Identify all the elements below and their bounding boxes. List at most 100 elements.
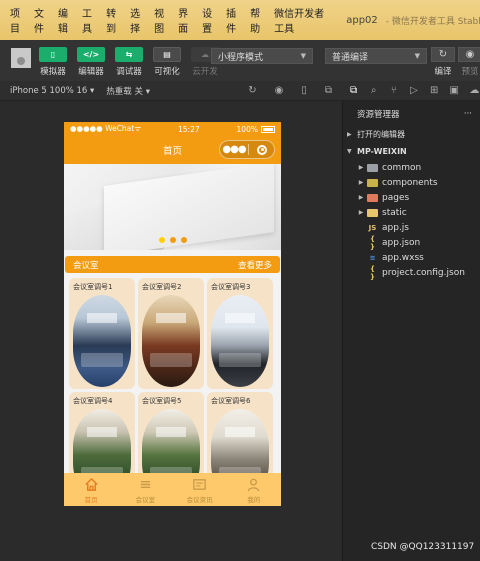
search-icon[interactable]: ⌕ <box>368 85 379 97</box>
folder-item[interactable]: ▶ components <box>343 175 480 190</box>
meeting-room-name: 会议室调号4 <box>73 397 113 405</box>
mode-select[interactable]: 小程序模式 ▼ <box>211 48 313 64</box>
meeting-room-photo <box>142 295 200 387</box>
project-root-section[interactable]: ▼ MP-WEIXIN <box>343 143 480 160</box>
menu-item-plugins[interactable]: 插件 <box>226 5 242 35</box>
file-item[interactable]: { } project.config.json <box>343 264 480 281</box>
simulator-bar: iPhone 5 100% 16 ▾ 热重载 关 ▾ ↻ ◉ ▯ ⧉ <box>0 81 342 101</box>
compile-button[interactable]: ↻ 编译 <box>431 47 455 77</box>
window-icon[interactable]: ⧉ <box>325 85 332 96</box>
menu-item-goto[interactable]: 转到 <box>106 5 122 35</box>
tab-meeting-room[interactable]: 会议室 <box>120 476 170 504</box>
folder-name: pages <box>382 192 410 203</box>
menu-item-project[interactable]: 项目 <box>10 5 26 35</box>
more-icon[interactable]: ··· <box>464 109 472 119</box>
chevron-right-icon: ▶ <box>358 194 364 201</box>
file-item[interactable]: ≋ app.wxss <box>343 250 480 265</box>
menu-item-view[interactable]: 视图 <box>154 5 170 35</box>
folder-item[interactable]: ▶ static <box>343 205 480 220</box>
menu-item-select[interactable]: 选择 <box>130 5 146 35</box>
capsule-divider <box>248 144 249 155</box>
activity-bar: ⧉ ⌕ ⑂ ▷ ⊞ ▣ ☁ <box>342 81 480 101</box>
more-icon[interactable]: ●●● <box>220 144 248 155</box>
file-icon: { } <box>370 264 375 281</box>
banner-swiper[interactable] <box>64 164 281 250</box>
window-title: - 微信开发者工具 Stable 1.0 <box>385 16 480 27</box>
tab-news[interactable]: 会议资讯 <box>175 476 225 504</box>
meeting-room-name: 会议室调号5 <box>142 397 182 405</box>
banner-image-paper <box>104 164 274 250</box>
phone-icon[interactable]: ▯ <box>301 85 307 96</box>
meeting-room-card[interactable]: 会议室调号3 <box>207 278 273 389</box>
menu-item-file[interactable]: 文件 <box>34 5 50 35</box>
explorer-panel: 资源管理器 ··· ▶ 打开的编辑器 ▼ MP-WEIXIN ▶ common ▶ c… <box>342 101 480 561</box>
debug-icon[interactable]: ▷ <box>408 85 419 97</box>
meeting-room-name: 会议室调号2 <box>142 283 182 291</box>
menu-item-settings[interactable]: 设置 <box>202 5 218 35</box>
explorer-header: 资源管理器 ··· <box>343 101 480 126</box>
folder-icon <box>367 178 378 187</box>
chevron-right-icon: ▶ <box>358 164 364 171</box>
nav-bar: 首页 ●●● <box>64 136 281 164</box>
open-editors-label: 打开的编辑器 <box>357 130 405 139</box>
tab-mine[interactable]: 我的 <box>229 476 279 504</box>
wifi-icon: ᯤ <box>134 124 142 133</box>
close-mini-program-icon[interactable] <box>257 144 267 155</box>
chevron-down-icon: ▼ <box>300 52 306 60</box>
meeting-room-card[interactable]: 会议室调号2 <box>138 278 204 389</box>
debugger-button[interactable]: ⇆ 调试器 <box>113 47 145 77</box>
folder-name: components <box>382 177 438 188</box>
home-icon <box>84 476 99 493</box>
menu-item-help[interactable]: 帮助 <box>250 5 266 35</box>
extensions-icon[interactable]: ⊞ <box>429 85 440 97</box>
meeting-room-photo <box>211 295 269 387</box>
file-item[interactable]: JS app.js <box>343 220 480 235</box>
source-control-icon[interactable]: ⑂ <box>388 85 399 97</box>
meeting-room-card[interactable]: 会议室调号1 <box>69 278 135 389</box>
editor-button[interactable]: </> 编辑器 <box>75 47 107 77</box>
file-name: app.json <box>382 237 421 248</box>
open-editors-section[interactable]: ▶ 打开的编辑器 <box>343 126 480 143</box>
simulator-actions: ↻ ◉ ▯ ⧉ <box>248 85 332 96</box>
hotreload-select[interactable]: 热重载 关 ▾ <box>106 85 150 97</box>
preview-button[interactable]: ◉ 预览 <box>458 47 480 77</box>
folder-icon <box>367 193 378 202</box>
device-select[interactable]: iPhone 5 100% 16 ▾ <box>10 86 94 96</box>
tab-home[interactable]: 首页 <box>66 476 116 504</box>
refresh-icon[interactable]: ↻ <box>248 85 256 96</box>
eye-icon: ◉ <box>458 47 480 62</box>
compile-select-value: 普通编译 <box>332 52 369 63</box>
phone-icon: ▯ <box>39 47 67 62</box>
image-icon[interactable]: ▣ <box>449 85 460 97</box>
record-icon[interactable]: ◉ <box>275 85 284 96</box>
menu-capsule: ●●● <box>219 140 275 159</box>
cloud-icon[interactable]: ☁ <box>469 85 480 97</box>
folder-item[interactable]: ▶ pages <box>343 190 480 205</box>
file-item[interactable]: { } app.json <box>343 235 480 251</box>
layout-icon: ▤ <box>153 47 181 62</box>
chevron-right-icon: ▶ <box>358 179 364 186</box>
menu-item-edit[interactable]: 编辑 <box>58 5 74 35</box>
tab-label: 会议资讯 <box>186 495 213 504</box>
tab-label: 首页 <box>84 495 98 504</box>
simulator-button[interactable]: ▯ 模拟器 <box>37 47 69 77</box>
indicator-dot[interactable] <box>170 237 176 243</box>
chevron-down-icon: ▼ <box>414 52 420 60</box>
compile-select[interactable]: 普通编译 ▼ <box>325 48 427 64</box>
battery-text: 100% <box>236 124 258 134</box>
visual-button[interactable]: ▤ 可视化 <box>151 47 183 77</box>
visual-label: 可视化 <box>154 67 180 77</box>
file-icon: ≋ <box>369 253 376 262</box>
view-more-link[interactable]: 查看更多 <box>238 259 272 271</box>
avatar[interactable] <box>11 48 31 68</box>
explorer-title: 资源管理器 <box>357 109 400 120</box>
indicator-dot[interactable] <box>159 237 165 243</box>
menu-item-tools[interactable]: 工具 <box>82 5 98 35</box>
menu-item-interface[interactable]: 界面 <box>178 5 194 35</box>
folder-item[interactable]: ▶ common <box>343 160 480 175</box>
window-project-name: app02 <box>346 14 378 26</box>
indicator-dot[interactable] <box>181 237 187 243</box>
files-icon[interactable]: ⧉ <box>348 85 359 97</box>
file-name: app.js <box>382 222 409 233</box>
menu-item-wechat-devtools[interactable]: 微信开发者工具 <box>274 5 330 35</box>
